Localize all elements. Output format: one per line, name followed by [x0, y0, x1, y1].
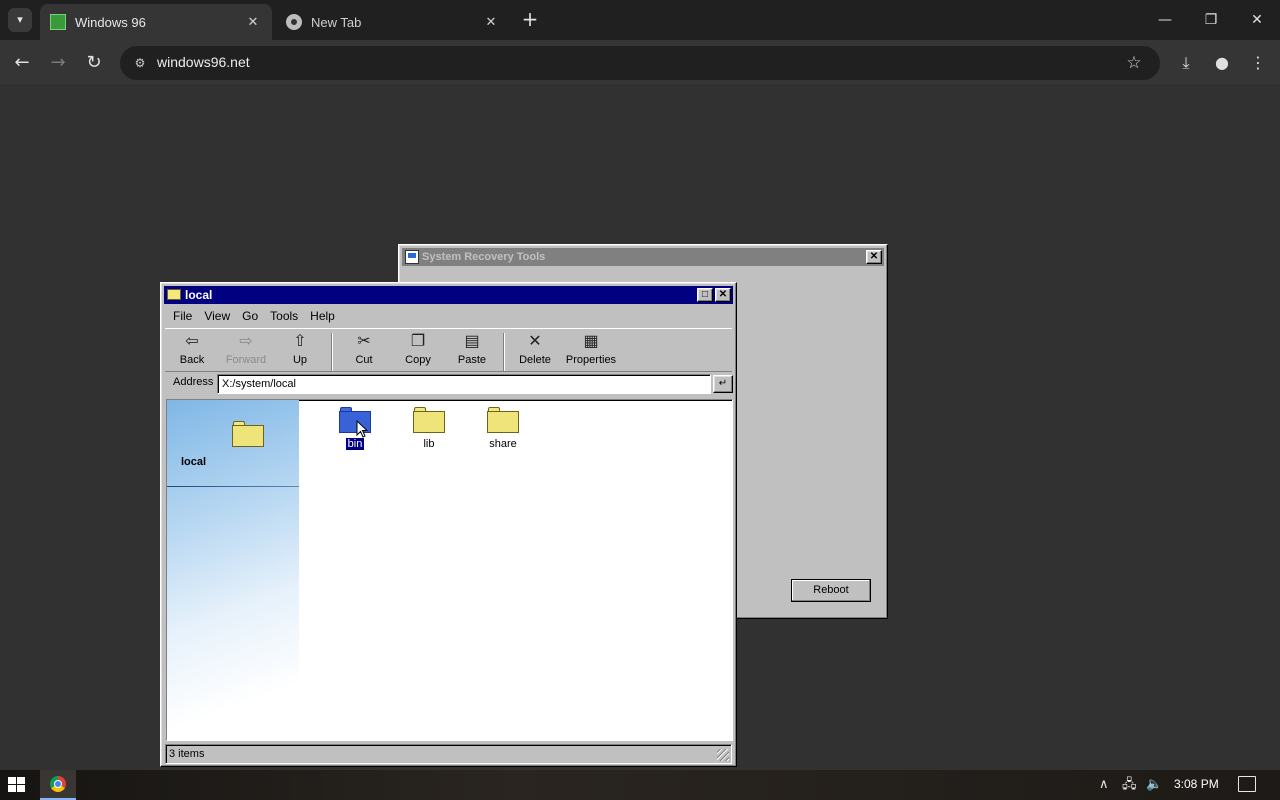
folder-info-title: local: [181, 456, 207, 468]
recovery-close-button[interactable]: ✕: [866, 250, 882, 264]
cut-button[interactable]: ✂ Cut: [337, 331, 391, 373]
tab-close-icon[interactable]: ✕: [482, 13, 500, 31]
windows96-favicon-icon: [50, 14, 66, 30]
folder-label: lib: [423, 438, 435, 450]
toolbar-separator: [503, 333, 505, 371]
menu-go[interactable]: Go: [236, 307, 264, 326]
explorer-address-bar: Address X:/system/local ↵: [165, 373, 733, 395]
address-bar[interactable]: ⚙ windows96.net ☆: [120, 46, 1160, 80]
forward-arrow-icon: ⇨: [239, 333, 253, 350]
back-button[interactable]: ⇦ Back: [165, 331, 219, 373]
folder-item-share[interactable]: share: [468, 404, 538, 456]
explorer-toolbar: ⇦ Back ⇨ Forward ⇧ Up ✂ Cut ❐ Copy ▤ Pas…: [165, 328, 732, 372]
computer-icon: [405, 250, 419, 264]
recovery-titlebar[interactable]: System Recovery Tools ✕: [402, 248, 884, 266]
address-input[interactable]: X:/system/local: [217, 374, 711, 394]
paste-button[interactable]: ▤ Paste: [445, 331, 499, 373]
folder-icon: [167, 289, 181, 300]
up-label: Up: [292, 354, 308, 366]
toolbar-separator: [331, 333, 333, 371]
web-page: System Recovery Tools ✕ Reboot local □ ✕…: [0, 86, 1280, 770]
back-arrow-icon: ⇦: [185, 333, 199, 350]
download-icon[interactable]: ⤓: [1172, 49, 1200, 77]
clock[interactable]: 3:08 PM: [1174, 777, 1219, 791]
profile-icon[interactable]: ●: [1208, 49, 1236, 77]
menu-view[interactable]: View: [198, 307, 236, 326]
go-arrow-icon[interactable]: ↵: [713, 375, 733, 393]
network-icon[interactable]: 🖧: [1122, 777, 1137, 793]
delete-button[interactable]: ✕ Delete: [508, 331, 562, 373]
folder-item-bin[interactable]: bin: [320, 404, 390, 456]
copy-label: Copy: [405, 354, 431, 366]
tab-search-button[interactable]: ▾: [8, 8, 32, 32]
chrome-taskbar-button[interactable]: [40, 770, 76, 800]
explorer-titlebar[interactable]: local □ ✕: [164, 286, 733, 304]
menu-tools[interactable]: Tools: [264, 307, 304, 326]
notification-icon[interactable]: [1238, 776, 1256, 792]
recovery-title: System Recovery Tools: [422, 251, 546, 263]
site-info-icon[interactable]: ⚙: [128, 51, 152, 75]
back-arrow-icon[interactable]: ←: [6, 47, 38, 79]
paste-icon: ▤: [464, 333, 480, 350]
tab-windows-96[interactable]: Windows 96 ✕: [40, 4, 272, 40]
properties-label: Properties: [565, 354, 617, 366]
file-view[interactable]: local bin lib share: [166, 399, 733, 741]
reboot-button[interactable]: Reboot: [791, 579, 871, 602]
tab-new-tab[interactable]: New Tab ✕: [276, 4, 510, 40]
status-text: 3 items: [169, 748, 205, 760]
explorer-close-button[interactable]: ✕: [715, 288, 731, 302]
browser-toolbar: ← → ↻ ⚙ windows96.net ☆ ⤓ ● ⋮: [0, 40, 1280, 86]
forward-button[interactable]: ⇨ Forward: [219, 331, 273, 373]
delete-x-icon: ✕: [528, 333, 542, 350]
windows-start-icon[interactable]: [8, 777, 26, 793]
reload-icon[interactable]: ↻: [78, 47, 110, 79]
tab-title: Windows 96: [75, 14, 146, 30]
menu-kebab-icon[interactable]: ⋮: [1244, 49, 1272, 77]
properties-button[interactable]: ▦ Properties: [560, 331, 622, 373]
copy-button[interactable]: ❐ Copy: [391, 331, 445, 373]
restore-button[interactable]: ❐: [1188, 0, 1234, 40]
up-button[interactable]: ⇧ Up: [273, 331, 327, 373]
resize-grip-icon[interactable]: [717, 749, 729, 761]
close-window-button[interactable]: ✕: [1234, 0, 1280, 40]
up-folder-icon: ⇧: [293, 333, 307, 350]
forward-arrow-icon[interactable]: →: [42, 47, 74, 79]
bookmark-star-icon[interactable]: ☆: [1122, 51, 1146, 75]
delete-label: Delete: [519, 354, 551, 366]
url-text[interactable]: windows96.net: [157, 54, 250, 70]
forward-label: Forward: [225, 354, 267, 366]
minimize-button[interactable]: —: [1142, 0, 1188, 40]
menu-help[interactable]: Help: [304, 307, 341, 326]
folder-icon: [487, 407, 519, 433]
back-label: Back: [179, 354, 205, 366]
new-tab-button[interactable]: +: [519, 9, 541, 31]
divider: [167, 486, 299, 487]
scissors-icon: ✂: [357, 333, 371, 350]
volume-muted-icon[interactable]: 🔈: [1146, 777, 1162, 793]
status-bar: 3 items: [165, 744, 732, 764]
paste-label: Paste: [457, 354, 487, 366]
maximize-button[interactable]: □: [697, 288, 713, 302]
folder-info-panel: local: [167, 400, 299, 740]
explorer-title: local: [185, 288, 213, 302]
chrome-icon: [50, 776, 66, 792]
taskbar: ∧ 🖧 🔈 3:08 PM: [0, 770, 1280, 800]
chrome-favicon-icon: [286, 14, 302, 30]
tab-title: New Tab: [311, 14, 362, 30]
copy-icon: ❐: [410, 333, 426, 350]
cut-label: Cut: [355, 354, 373, 366]
tray-chevron-icon[interactable]: ∧: [1099, 777, 1109, 793]
menu-file[interactable]: File: [167, 307, 198, 326]
properties-icon: ▦: [583, 333, 599, 350]
explorer-window[interactable]: local □ ✕ File View Go Tools Help ⇦ Back…: [160, 282, 737, 767]
tab-close-icon[interactable]: ✕: [244, 13, 262, 31]
folder-item-lib[interactable]: lib: [394, 404, 464, 456]
folder-icon: [232, 421, 264, 447]
mouse-cursor-icon: [356, 419, 369, 438]
folder-label: share: [489, 438, 517, 450]
browser-tabstrip: ▾ Windows 96 ✕ New Tab ✕ + — ❐ ✕: [0, 0, 1280, 40]
address-label: Address: [173, 376, 214, 388]
folder-icon: [413, 407, 445, 433]
menubar: File View Go Tools Help: [167, 307, 730, 326]
